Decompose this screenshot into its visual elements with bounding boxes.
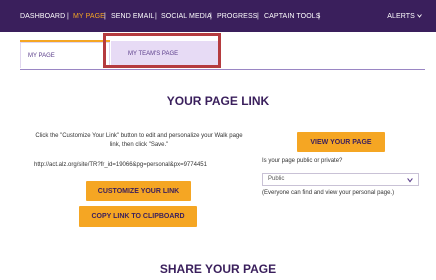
nav-send-email[interactable]: SEND EMAIL <box>111 13 154 20</box>
chevron-down-icon <box>407 178 413 183</box>
page-url: http://act.alz.org/site/TR?fr_id=19066&p… <box>34 162 207 168</box>
highlight-annotation <box>103 33 221 68</box>
nav-social-media[interactable]: SOCIAL MEDIA <box>161 13 212 20</box>
chevron-down-icon <box>417 14 422 18</box>
nav-separator: | <box>104 13 106 20</box>
top-nav: DASHBOARD | MY PAGE | SEND EMAIL | SOCIA… <box>0 0 436 32</box>
share-title: SHARE YOUR PAGE <box>159 262 277 276</box>
nav-alerts-label: ALERTS <box>387 13 415 20</box>
tab-my-page-label: MY PAGE <box>28 52 55 59</box>
copy-link-button[interactable]: COPY LINK TO CLIPBOARD <box>79 206 197 227</box>
page-link-title: YOUR PAGE LINK <box>166 94 270 108</box>
tab-my-page[interactable]: MY PAGE <box>20 42 110 68</box>
nav-progress[interactable]: PROGRESS <box>217 13 257 20</box>
customize-link-button[interactable]: CUSTOMIZE YOUR LINK <box>86 181 191 201</box>
view-page-button[interactable]: VIEW YOUR PAGE <box>297 132 385 152</box>
nav-captain-tools[interactable]: CAPTAIN TOOLS <box>264 13 321 20</box>
nav-separator: | <box>155 13 157 20</box>
privacy-select[interactable]: Public <box>262 173 419 186</box>
nav-dashboard[interactable]: DASHBOARD <box>20 13 65 20</box>
nav-separator: | <box>257 13 259 20</box>
nav-my-page[interactable]: MY PAGE <box>73 13 105 20</box>
nav-separator: | <box>318 13 320 20</box>
privacy-question: Is your page public or private? <box>262 158 343 164</box>
tab-divider <box>20 69 425 70</box>
privacy-select-value: Public <box>268 176 285 182</box>
page-link-instructions: Click the "Customize Your Link" button t… <box>35 133 243 148</box>
privacy-note: (Everyone can find and view your persona… <box>262 190 395 196</box>
nav-separator: | <box>67 13 69 20</box>
nav-alerts[interactable]: ALERTS <box>387 13 422 20</box>
nav-separator: | <box>210 13 212 20</box>
